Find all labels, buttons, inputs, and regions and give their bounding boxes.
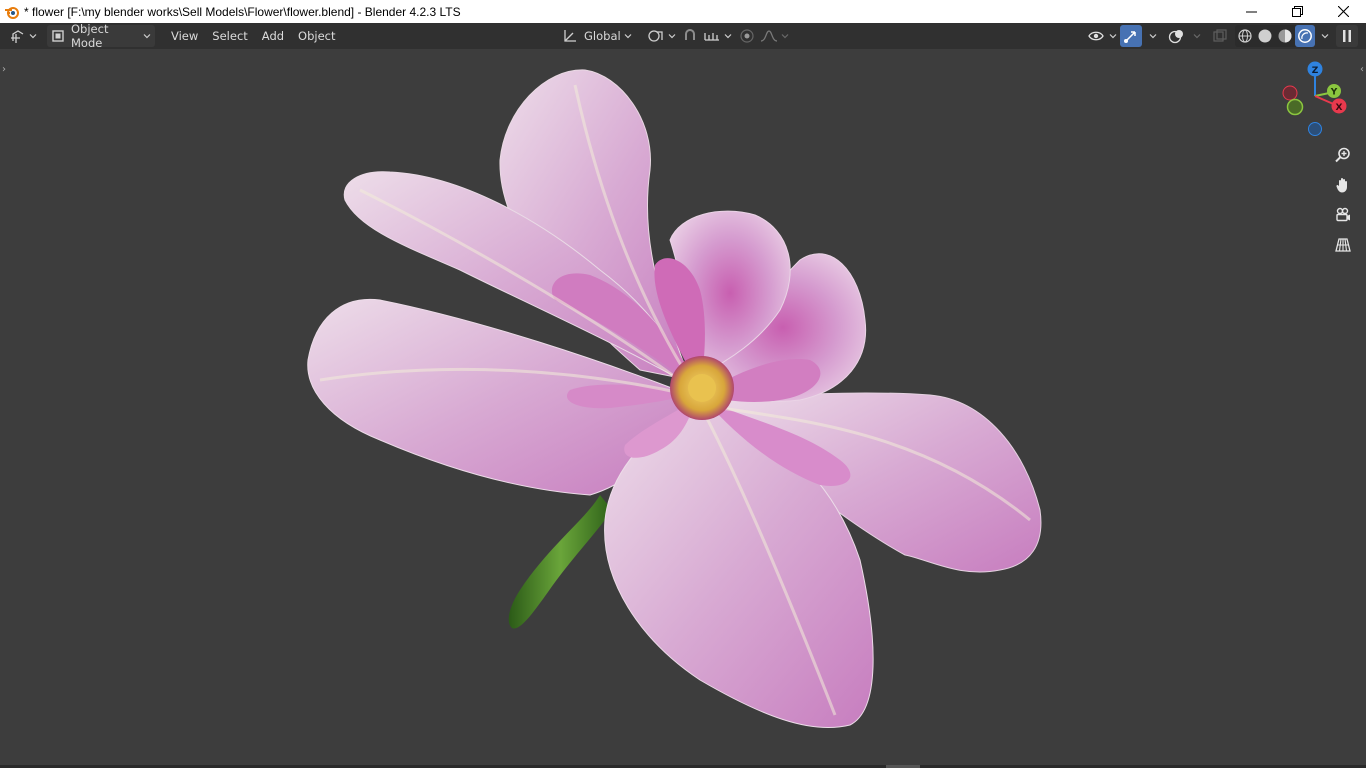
editor-type-button[interactable]	[6, 25, 41, 47]
orientation-label: Global	[584, 29, 621, 43]
material-preview-button[interactable]	[1275, 25, 1295, 47]
global-orientation-icon	[562, 28, 578, 44]
xray-toggle[interactable]	[1208, 25, 1232, 47]
falloff-button[interactable]	[756, 25, 793, 47]
snap-increment-icon	[703, 28, 721, 44]
chevron-down-icon	[624, 34, 632, 39]
pause-icon	[1341, 29, 1353, 43]
zoom-icon	[1335, 147, 1350, 163]
restore-button[interactable]	[1274, 0, 1320, 23]
menu-view[interactable]: View	[164, 25, 205, 47]
axis-neg-y[interactable]	[1286, 98, 1304, 116]
shading-mode-group	[1235, 25, 1315, 47]
pan-button[interactable]	[1329, 171, 1357, 199]
mode-selector[interactable]: Object Mode	[47, 22, 155, 50]
chevron-down-icon	[1109, 34, 1117, 39]
chevron-down-icon	[1321, 34, 1329, 39]
navigation-gizmo[interactable]: Z Y X	[1278, 59, 1358, 139]
axis-neg-z[interactable]	[1308, 122, 1322, 136]
sidebar-toggle-button[interactable]	[1336, 25, 1358, 47]
navigation-tools	[1329, 141, 1357, 259]
gizmo-dropdown[interactable]	[1142, 25, 1161, 47]
axis-x-label: X	[1336, 103, 1343, 113]
solid-sphere-icon	[1257, 28, 1273, 44]
proportional-edit-icon	[739, 28, 755, 44]
minimize-icon	[1245, 11, 1257, 13]
chevron-down-icon	[781, 34, 789, 39]
chevron-down-icon	[143, 34, 151, 39]
xray-icon	[1212, 28, 1228, 44]
camera-view-icon	[1336, 207, 1350, 222]
chevron-down-icon	[1149, 34, 1157, 39]
gizmo-toggle[interactable]	[1120, 25, 1142, 47]
menu-object[interactable]: Object	[291, 25, 342, 47]
minimize-button[interactable]	[1228, 0, 1274, 23]
chevron-down-icon	[724, 34, 732, 39]
close-icon	[1337, 6, 1349, 17]
pivot-point-button[interactable]	[643, 25, 680, 47]
flower-model[interactable]	[0, 49, 1366, 768]
restore-icon	[1291, 6, 1303, 17]
3d-viewport[interactable]: › ‹ Z Y X	[0, 49, 1366, 768]
pollen-core	[688, 374, 716, 402]
object-mode-icon	[51, 29, 65, 43]
header-menus: View Select Add Object	[164, 25, 343, 47]
overlays-icon	[1168, 28, 1186, 44]
material-sphere-icon	[1277, 28, 1293, 44]
pan-hand-icon	[1336, 178, 1347, 193]
rendered-shading-button[interactable]	[1295, 25, 1315, 47]
eye-icon	[1088, 28, 1106, 44]
close-button[interactable]	[1320, 0, 1366, 23]
shading-dropdown[interactable]	[1314, 25, 1333, 47]
zoom-button[interactable]	[1329, 141, 1357, 169]
pivot-point-icon	[647, 28, 665, 44]
camera-view-button[interactable]	[1329, 201, 1357, 229]
axis-z-label: Z	[1312, 66, 1319, 76]
window-title-bar: * flower [F:\my blender works\Sell Model…	[0, 0, 1366, 23]
orthographic-grid-icon	[1335, 238, 1351, 252]
viewport-header: Object Mode View Select Add Object Globa…	[0, 22, 1366, 50]
snap-target-button[interactable]	[699, 25, 736, 47]
falloff-curve-icon	[760, 28, 778, 44]
menu-select[interactable]: Select	[205, 25, 254, 47]
menu-add[interactable]: Add	[255, 25, 291, 47]
chevron-down-icon	[668, 34, 676, 39]
mode-label: Object Mode	[71, 22, 109, 50]
window-title: * flower [F:\my blender works\Sell Model…	[24, 4, 461, 19]
blender-logo-icon	[4, 4, 20, 20]
wireframe-shading-button[interactable]	[1235, 25, 1255, 47]
snap-magnet-icon	[682, 28, 698, 44]
chevron-down-icon	[29, 34, 37, 39]
wireframe-sphere-icon	[1237, 28, 1253, 44]
visibility-button[interactable]	[1084, 25, 1121, 47]
axis-y-label: Y	[1330, 88, 1338, 98]
rendered-sphere-icon	[1297, 28, 1313, 44]
chevron-down-icon	[1193, 34, 1201, 39]
editor-type-icon	[10, 28, 26, 44]
transform-orientation-selector[interactable]: Global	[558, 25, 636, 47]
gizmo-icon	[1123, 28, 1139, 44]
solid-shading-button[interactable]	[1255, 25, 1275, 47]
axis-neg-x[interactable]	[1282, 85, 1298, 101]
orthographic-toggle-button[interactable]	[1329, 231, 1357, 259]
overlays-dropdown[interactable]	[1186, 25, 1205, 47]
stem	[508, 495, 612, 629]
